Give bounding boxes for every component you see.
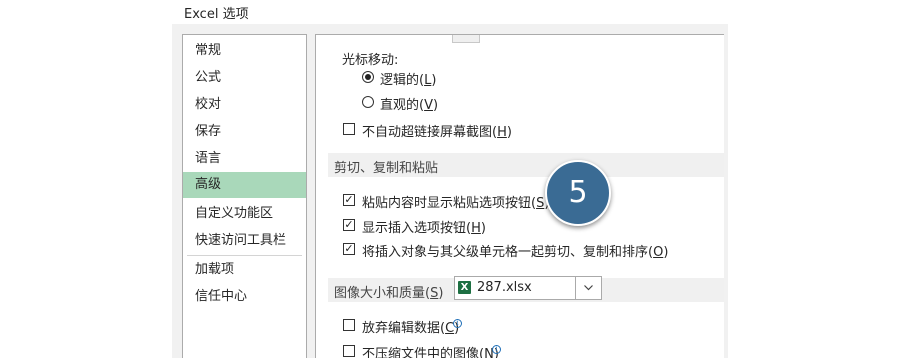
- radio-visual-label[interactable]: 直观的(V): [380, 94, 438, 113]
- checkbox-show-insert-options[interactable]: ✓: [343, 219, 355, 231]
- excel-file-icon: X: [458, 281, 471, 294]
- options-sidebar: 常规 公式 校对 保存 语言 高级 自定义功能区 快速访问工具栏 加载项 信任中…: [182, 34, 307, 358]
- radio-logical-label[interactable]: 逻辑的(L): [380, 69, 436, 88]
- section-cut-copy-paste: 剪切、复制和粘贴: [328, 153, 724, 177]
- checkbox-no-compress-images[interactable]: [343, 345, 355, 357]
- checkbox-no-compress-images-label[interactable]: 不压缩文件中的图像(N): [362, 343, 499, 358]
- sidebar-item-general[interactable]: 常规: [183, 38, 306, 64]
- step-number-badge: 5: [545, 160, 611, 226]
- sidebar-item-advanced[interactable]: 高级: [183, 172, 306, 198]
- cursor-move-label: 光标移动:: [342, 53, 399, 68]
- checkbox-show-paste-options[interactable]: ✓: [343, 194, 355, 206]
- checkbox-show-insert-options-label[interactable]: 显示插入选项按钮(H): [362, 217, 486, 236]
- sidebar-item-customize-ribbon[interactable]: 自定义功能区: [183, 201, 306, 227]
- checkbox-discard-edit-data-label[interactable]: 放弃编辑数据(C): [362, 317, 459, 336]
- info-icon[interactable]: i: [453, 319, 462, 328]
- section-image-size-quality-title: 图像大小和质量(S): [334, 286, 444, 301]
- image-file-select[interactable]: X 287.xlsx: [454, 276, 602, 300]
- section-cut-copy-paste-title: 剪切、复制和粘贴: [334, 161, 439, 176]
- chevron-down-icon: [584, 285, 593, 291]
- scrollbar-thumb[interactable]: [452, 35, 480, 43]
- checkbox-sort-objects-with-cells-label[interactable]: 将插入对象与其父级单元格一起剪切、复制和排序(O): [362, 241, 668, 260]
- sidebar-item-proofing[interactable]: 校对: [183, 92, 306, 118]
- sidebar-item-quick-access-toolbar[interactable]: 快速访问工具栏: [183, 228, 306, 254]
- window-title: Excel 选项: [184, 7, 249, 22]
- options-content-pane: 光标移动: 逻辑的(L) 直观的(V) 不自动超链接屏幕截图(H) 剪切、复制和…: [315, 34, 724, 358]
- checkbox-no-auto-hyperlink[interactable]: [343, 123, 355, 135]
- sidebar-item-formulas[interactable]: 公式: [183, 65, 306, 91]
- sidebar-divider: [187, 255, 302, 256]
- radio-visual[interactable]: [362, 96, 374, 108]
- sidebar-item-trust-center[interactable]: 信任中心: [183, 284, 306, 310]
- sidebar-item-save[interactable]: 保存: [183, 119, 306, 145]
- image-file-select-value: 287.xlsx: [477, 280, 532, 295]
- radio-logical[interactable]: [362, 71, 374, 83]
- info-icon[interactable]: i: [492, 345, 501, 354]
- sidebar-item-language[interactable]: 语言: [183, 146, 306, 172]
- checkbox-show-paste-options-label[interactable]: 粘贴内容时显示粘贴选项按钮(S): [362, 192, 549, 211]
- sidebar-item-add-ins[interactable]: 加载项: [183, 257, 306, 283]
- checkbox-no-auto-hyperlink-label[interactable]: 不自动超链接屏幕截图(H): [362, 121, 512, 140]
- checkbox-discard-edit-data[interactable]: [343, 319, 355, 331]
- dropdown-arrow-button[interactable]: [575, 277, 601, 299]
- checkbox-sort-objects-with-cells[interactable]: ✓: [343, 243, 355, 255]
